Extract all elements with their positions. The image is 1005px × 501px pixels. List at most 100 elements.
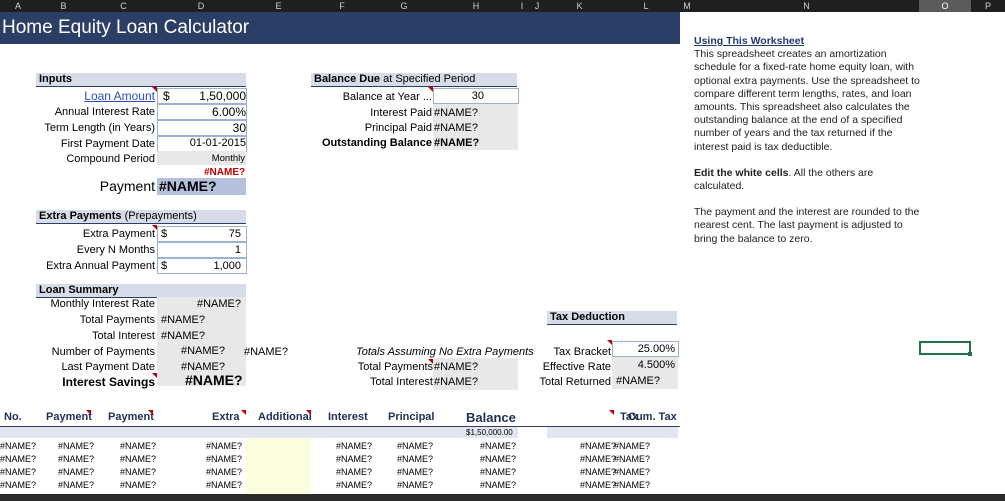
num-payments-extra: #NAME? bbox=[244, 346, 289, 358]
col-header-additional: Additional bbox=[258, 411, 312, 423]
table-cell: #NAME? bbox=[480, 480, 517, 490]
comment-marker bbox=[152, 373, 157, 378]
table-cell: #NAME? bbox=[614, 467, 651, 477]
table-row: #NAME? #NAME? #NAME? #NAME? #NAME? #NAME? #NAM… bbox=[0, 440, 680, 453]
table-cell: #NAME? bbox=[480, 441, 517, 451]
total-interest-value: #NAME? bbox=[161, 330, 206, 342]
col-e[interactable]: E bbox=[246, 0, 311, 12]
num-payments-value: #NAME? bbox=[181, 345, 226, 357]
table-cell: #NAME? bbox=[120, 480, 157, 490]
compound-label: Compound Period bbox=[66, 153, 155, 165]
start-balance: $1,50,000.00 bbox=[466, 428, 513, 437]
no-extra-payments-value: #NAME? bbox=[434, 361, 479, 373]
summary-header: Loan Summary bbox=[36, 284, 246, 298]
col-m[interactable]: M bbox=[680, 0, 694, 12]
annual-label: Extra Annual Payment bbox=[46, 260, 155, 272]
col-f[interactable]: F bbox=[311, 0, 373, 12]
effective-value: 4.500% bbox=[637, 359, 675, 371]
loan-amount-value: 1,50,000 bbox=[199, 89, 246, 103]
fill-handle[interactable] bbox=[968, 352, 972, 356]
col-j[interactable]: J bbox=[527, 0, 547, 12]
annual-currency: $ bbox=[161, 260, 168, 272]
num-payments-label: Number of Payments bbox=[51, 346, 155, 358]
sheet-title: Home Equity Loan Calculator bbox=[2, 17, 250, 38]
every-n-value: 1 bbox=[234, 244, 241, 256]
table-row: #NAME? #NAME? #NAME? #NAME? #NAME? #NAME? #NAM… bbox=[0, 453, 680, 466]
col-i[interactable]: I bbox=[517, 0, 527, 12]
col-g[interactable]: G bbox=[373, 0, 435, 12]
table-cell: #NAME? bbox=[120, 454, 157, 464]
tax-header: Tax Deduction bbox=[547, 311, 677, 325]
principal-paid-label: Principal Paid bbox=[364, 122, 432, 134]
table-cell: #NAME? bbox=[397, 480, 434, 490]
selected-cell[interactable] bbox=[919, 341, 972, 356]
notes-panel: Using This Worksheet This spreadsheet cr… bbox=[694, 35, 926, 259]
table-cell: #NAME? bbox=[614, 454, 651, 464]
table-cell: #NAME? bbox=[58, 467, 95, 477]
schedule-header-row: No. Payment Payment Extra Additional Int… bbox=[0, 410, 680, 427]
start-balance-row bbox=[0, 427, 518, 438]
table-cell: #NAME? bbox=[0, 441, 37, 451]
notes-para-2: Edit the white cells. All the others are… bbox=[694, 166, 874, 193]
col-header-payment-2: Payment bbox=[108, 411, 154, 423]
table-cell: #NAME? bbox=[206, 480, 243, 490]
no-extra-payments-label: Total Payments bbox=[357, 361, 433, 373]
col-h[interactable]: H bbox=[435, 0, 517, 12]
balance-year-value: 30 bbox=[471, 90, 484, 102]
first-payment-value: 01-01-2015 bbox=[189, 137, 246, 149]
table-cell: #NAME? bbox=[336, 480, 373, 490]
payment-value: #NAME? bbox=[159, 178, 217, 194]
outstanding-value: #NAME? bbox=[434, 137, 480, 149]
table-cell: #NAME? bbox=[480, 454, 517, 464]
col-l[interactable]: L bbox=[612, 0, 680, 12]
table-cell: #NAME? bbox=[397, 441, 434, 451]
table-cell: #NAME? bbox=[0, 454, 37, 464]
comment-marker bbox=[152, 87, 157, 92]
notes-para-3: The payment and the interest are rounded… bbox=[694, 206, 920, 245]
col-c[interactable]: C bbox=[91, 0, 156, 12]
loan-amount-label[interactable]: Loan Amount bbox=[84, 89, 155, 103]
total-payments-label: Total Payments bbox=[79, 314, 155, 326]
table-cell: #NAME? bbox=[58, 454, 95, 464]
comment-marker bbox=[148, 410, 153, 415]
col-header-principal: Principal bbox=[388, 411, 435, 423]
returned-label: Total Returned bbox=[539, 376, 611, 388]
col-header-extra: Extra bbox=[212, 411, 240, 423]
table-cell: #NAME? bbox=[580, 454, 617, 464]
col-b[interactable]: B bbox=[36, 0, 91, 12]
sheet-tab-bar[interactable] bbox=[0, 494, 1005, 501]
table-cell: #NAME? bbox=[206, 454, 243, 464]
extra-header: Extra Payments (Prepayments) bbox=[36, 210, 246, 224]
loan-amount-currency: $ bbox=[163, 89, 170, 103]
table-cell: #NAME? bbox=[206, 467, 243, 477]
col-p[interactable]: P bbox=[971, 0, 1005, 12]
comment-marker bbox=[428, 87, 433, 92]
monthly-rate-label: Monthly Interest Rate bbox=[50, 298, 155, 310]
table-cell: #NAME? bbox=[614, 441, 651, 451]
col-n[interactable]: N bbox=[694, 0, 919, 12]
table-cell: #NAME? bbox=[480, 467, 517, 477]
every-n-input[interactable] bbox=[157, 242, 247, 258]
comment-marker bbox=[306, 410, 311, 415]
inputs-header: Inputs bbox=[36, 73, 246, 87]
effective-label: Effective Rate bbox=[542, 361, 611, 373]
col-d[interactable]: D bbox=[156, 0, 246, 12]
comment-marker bbox=[428, 359, 433, 364]
table-row: #NAME? #NAME? #NAME? #NAME? #NAME? #NAME? #NAM… bbox=[0, 479, 680, 492]
col-o[interactable]: O bbox=[919, 0, 971, 12]
no-extra-interest-label: Total Interest bbox=[370, 376, 433, 388]
col-k[interactable]: K bbox=[547, 0, 612, 12]
table-cell: #NAME? bbox=[336, 441, 373, 451]
table-cell: #NAME? bbox=[206, 441, 243, 451]
comment-marker bbox=[609, 410, 614, 415]
table-cell: #NAME? bbox=[614, 480, 651, 490]
column-header-bar: A B C D E F G H I J K L M N O P bbox=[0, 0, 1005, 12]
term-value: 30 bbox=[232, 121, 246, 135]
total-payments-value: #NAME? bbox=[161, 314, 206, 326]
total-interest-label: Total Interest bbox=[92, 330, 155, 342]
col-a[interactable]: A bbox=[0, 0, 36, 12]
table-cell: #NAME? bbox=[580, 441, 617, 451]
annual-value: 1,000 bbox=[213, 260, 241, 272]
table-cell: #NAME? bbox=[58, 480, 95, 490]
first-payment-label: First Payment Date bbox=[60, 138, 155, 150]
